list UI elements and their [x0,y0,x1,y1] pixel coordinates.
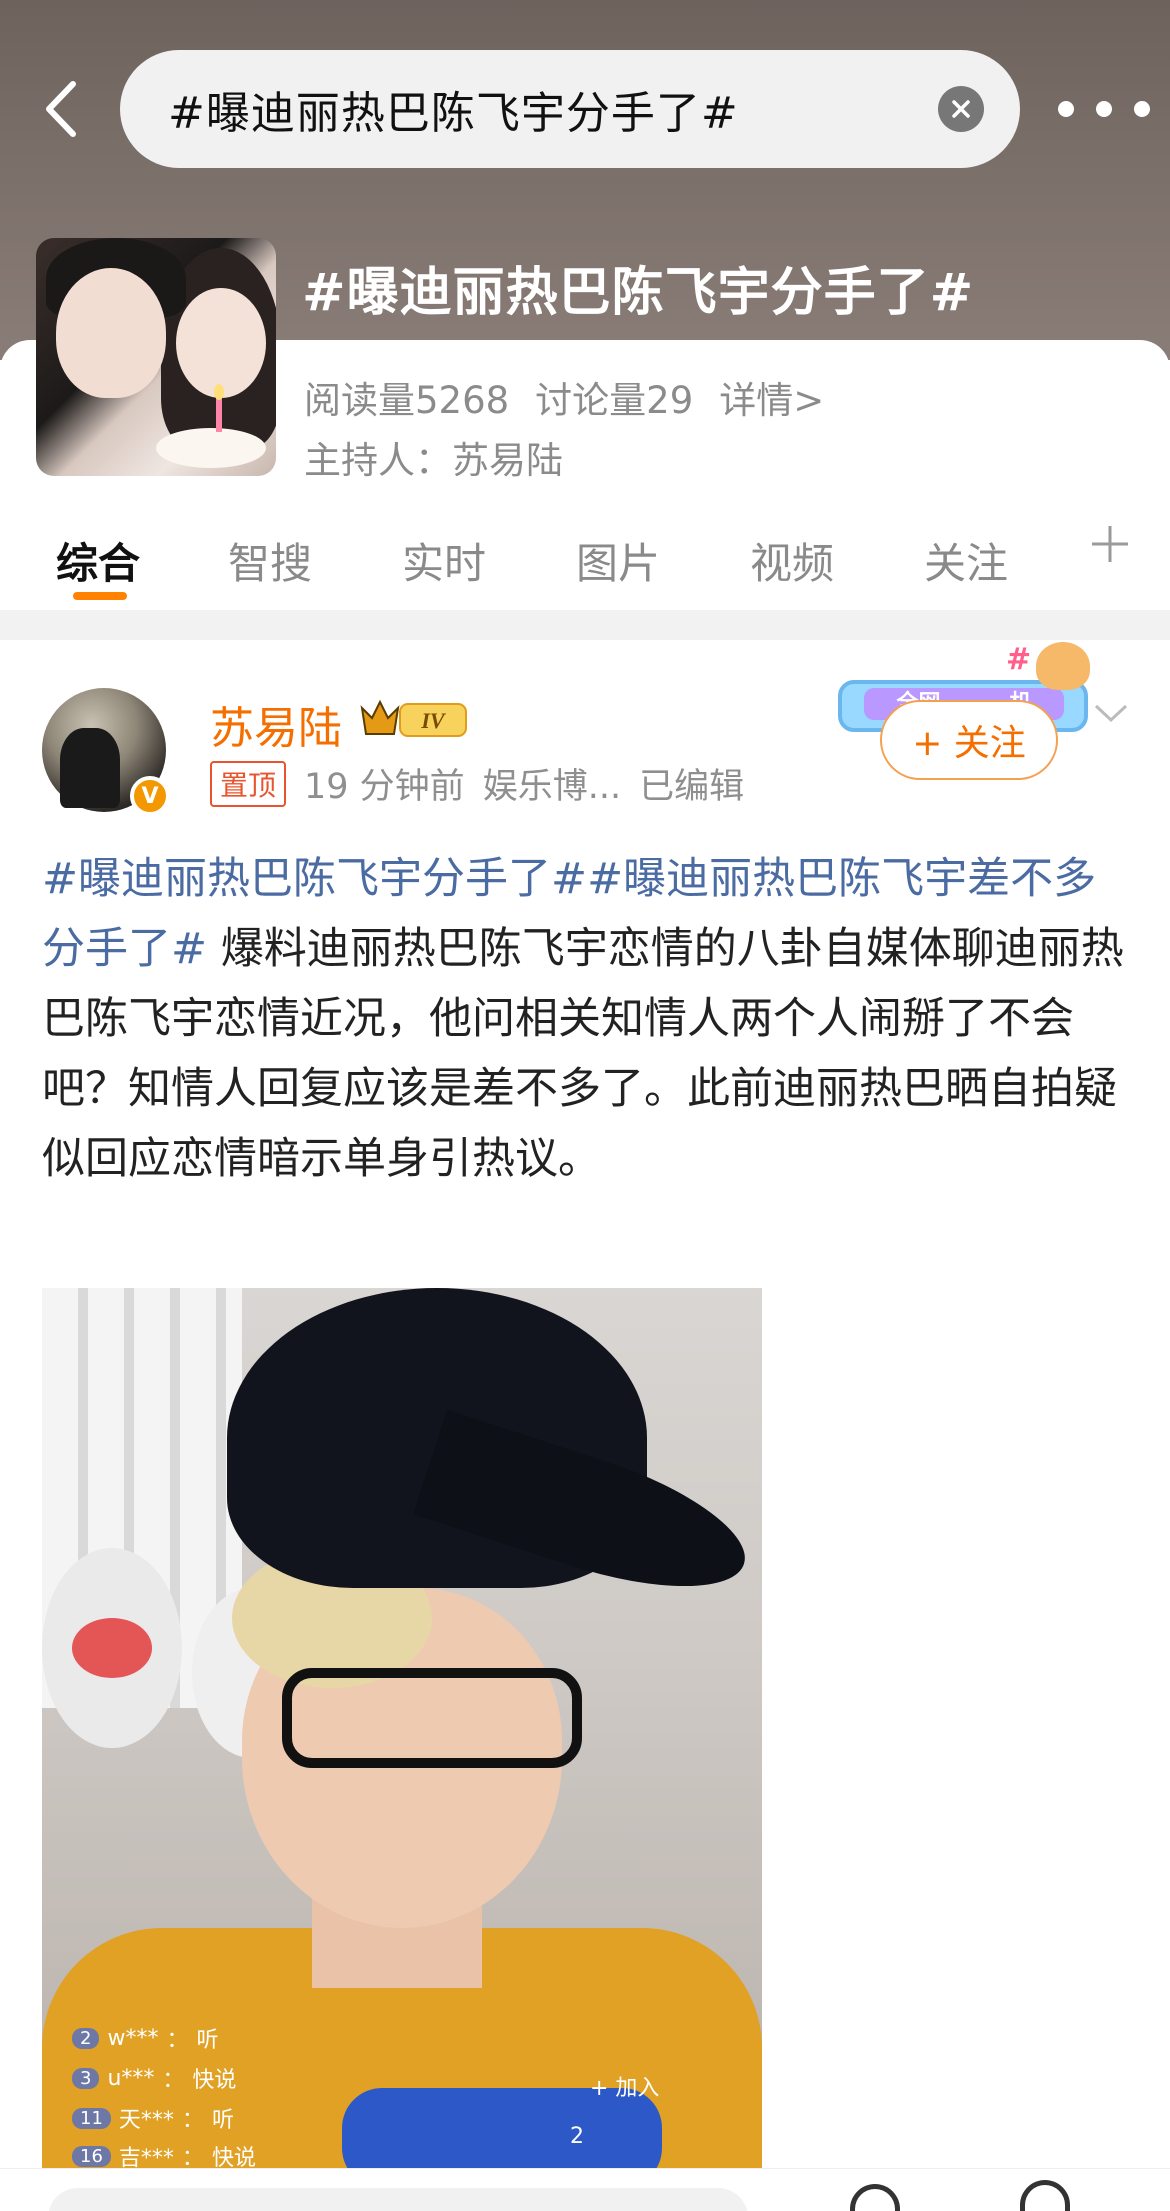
live-comment: 2 w***：听 [72,2022,218,2054]
discussion-count: 讨论量29 [535,379,694,422]
pinned-tag: 置顶 [210,760,287,807]
topic-cover-image [36,238,276,476]
topic-stats: 阅读量5268 讨论量29 详情> [304,370,824,424]
close-icon [952,100,970,118]
more-dot-icon [1096,101,1112,117]
tab-smart-search[interactable]: 智搜 [228,510,312,610]
post-image[interactable]: 2 w***：听 3 u***：快说 11 天***：听 16 吉***：快说 … [42,1288,762,2168]
read-count: 阅读量5268 [304,379,510,422]
comment-input[interactable] [48,2188,748,2211]
more-dot-icon [1058,101,1074,117]
tab-bar: 综合 智搜 实时 图片 视频 关注 [0,510,1170,610]
verified-badge-icon: V [130,776,170,816]
tab-images[interactable]: 图片 [576,510,660,610]
post-body: #曝迪丽热巴陈飞宇分手了##曝迪丽热巴陈飞宇差不多分手了# 爆料迪丽热巴陈飞宇恋… [42,844,1132,1194]
tab-following[interactable]: 关注 [924,510,1008,610]
post-source: 娱乐博... [482,767,622,807]
topic-host: 主持人：苏易陆 [304,439,563,482]
author-name[interactable]: 苏易陆 [210,692,342,756]
section-divider [0,610,1170,640]
tab-realtime[interactable]: 实时 [402,510,486,610]
svg-text:IV: IV [420,708,447,733]
chevron-down-icon[interactable] [1092,700,1130,728]
clear-search-button[interactable] [938,86,984,132]
live-comment: 16 吉***：快说 [72,2140,256,2168]
back-button[interactable] [30,74,90,144]
hashtag-icon: # [1006,642,1032,677]
post-time: 19 分钟前 [304,767,465,807]
details-link[interactable]: 详情> [719,370,824,424]
follow-button[interactable]: + 关注 [880,700,1058,780]
member-level-badge-icon: IV [360,699,467,737]
active-tab-indicator [73,592,127,600]
tab-videos[interactable]: 视频 [750,510,834,610]
edited-label: 已编辑 [639,767,745,807]
live-join-label: + 加入 [590,2076,660,2101]
add-tab-icon[interactable] [1088,522,1132,566]
topic-link[interactable]: #曝迪丽热巴陈飞宇分手了# [42,854,587,904]
shiba-mascot-icon [1036,642,1090,690]
topic-title: #曝迪丽热巴陈飞宇分手了# [302,263,975,323]
live-comment: 3 u***：快说 [72,2062,236,2094]
post-meta: 置顶 19 分钟前 娱乐博... 已编辑 [210,758,744,809]
live-comment: 11 天***：听 [72,2102,234,2134]
back-arrow-icon [46,81,76,137]
more-options-button[interactable] [1058,92,1150,126]
search-input[interactable]: #曝迪丽热巴陈飞宇分手了# [120,50,1020,168]
more-dot-icon [1134,101,1150,117]
search-query: #曝迪丽热巴陈飞宇分手了# [168,88,739,139]
live-viewer-count: 2 [570,2124,584,2149]
